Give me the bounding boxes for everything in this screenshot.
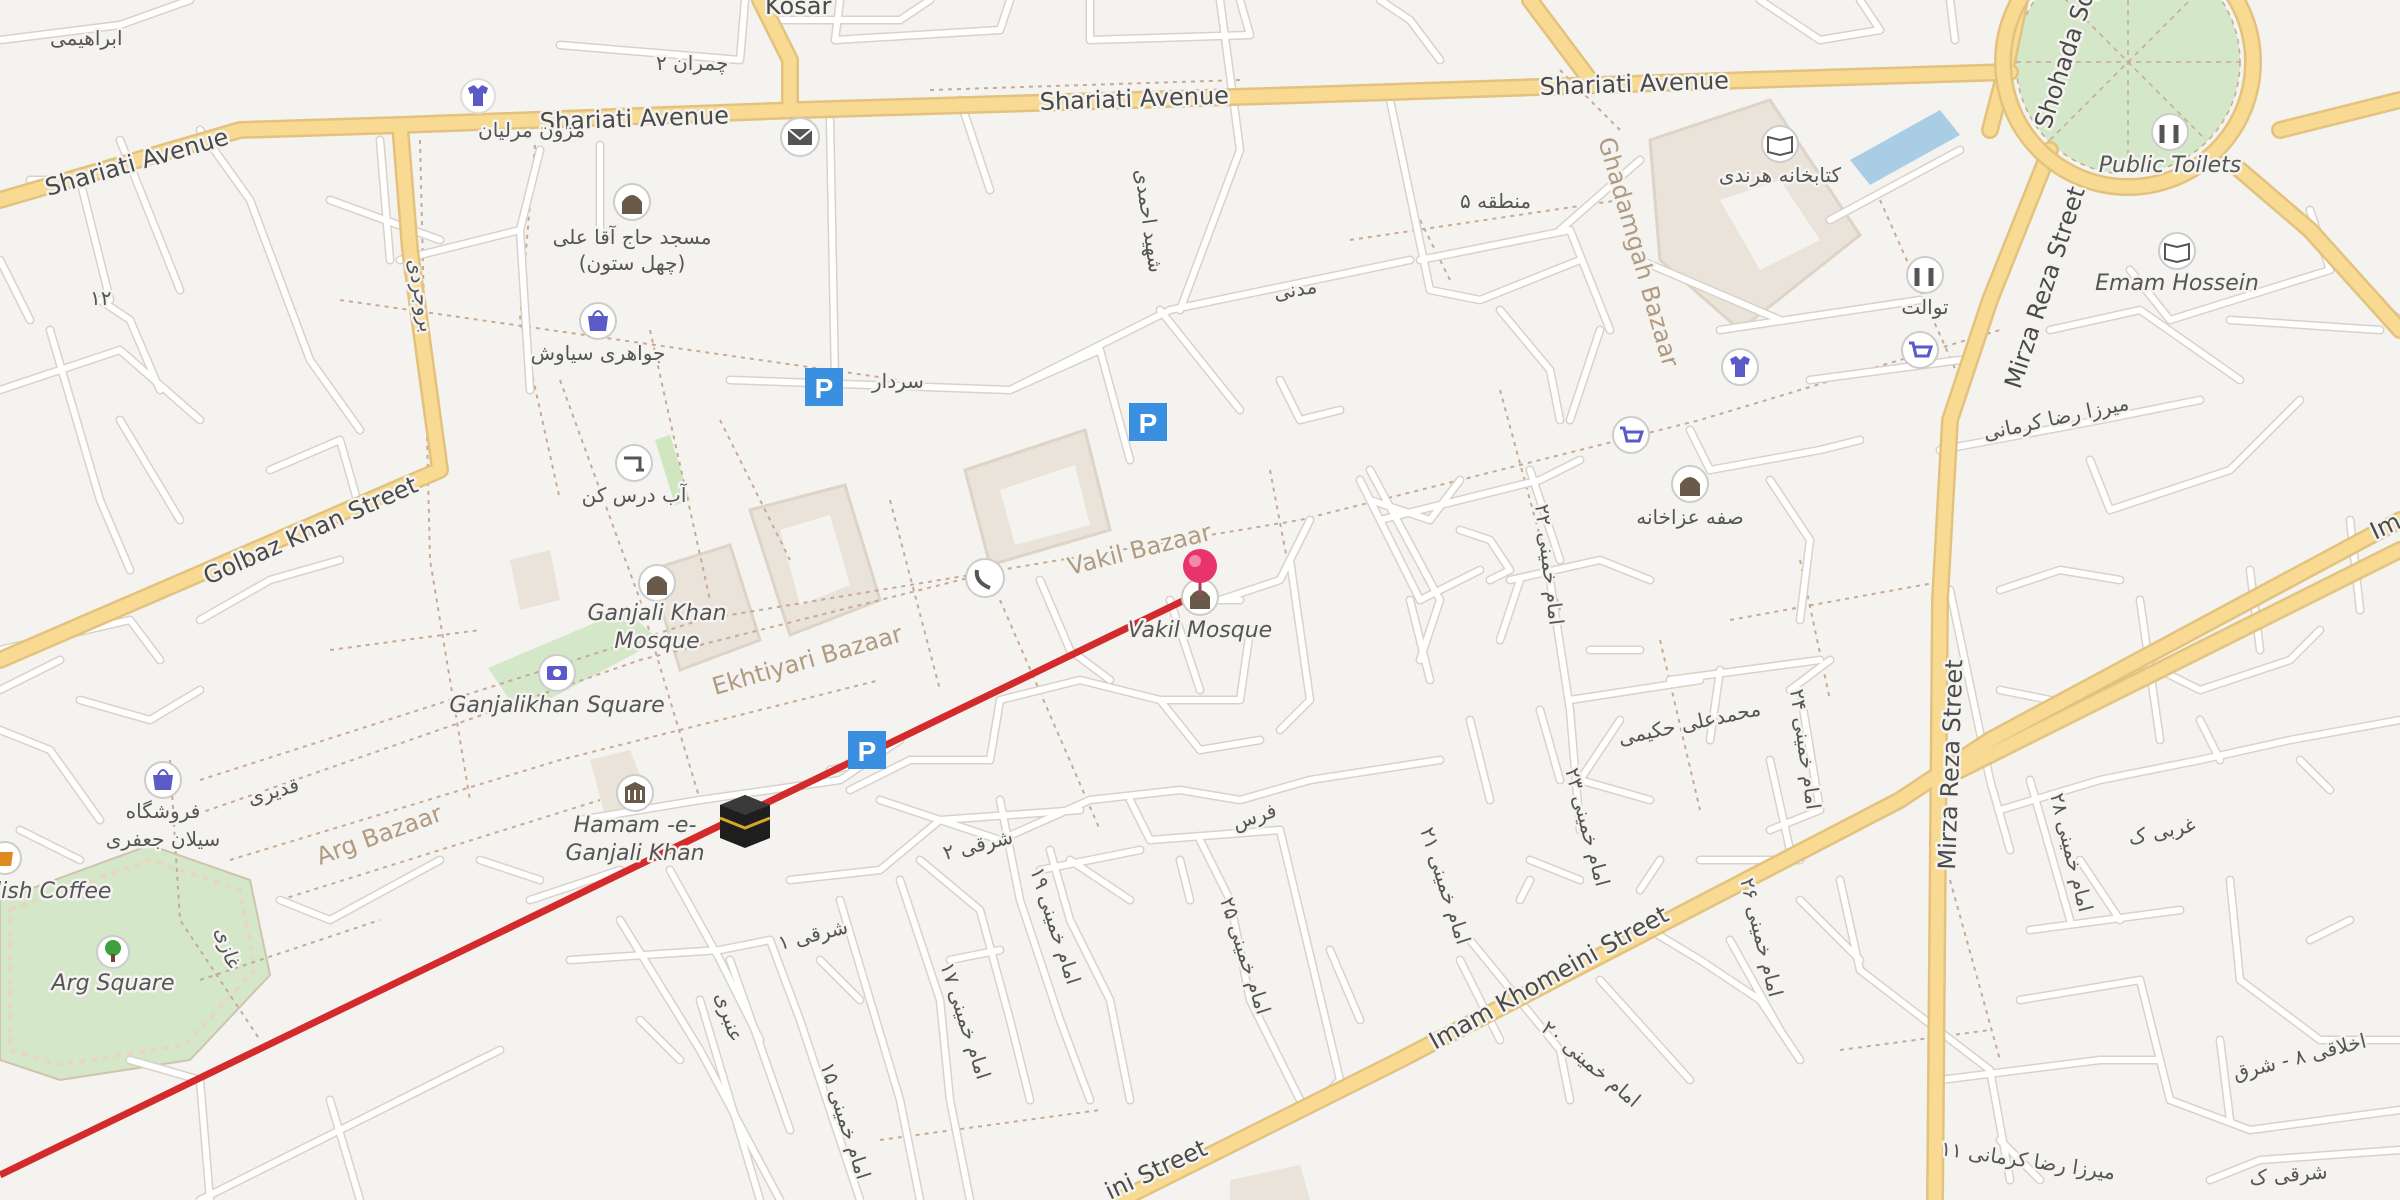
water-feature — [1850, 110, 1960, 185]
label-ab-dars: آب درس کن — [582, 482, 688, 507]
label-emam-hossein: Emam Hossein — [2095, 271, 2259, 296]
label-imam21: امام خمینی ۲۱ — [1415, 824, 1475, 947]
qibla-kaaba-icon[interactable] — [719, 795, 771, 848]
label-mantaghe: منطقه ۵ — [1460, 189, 1531, 213]
label-mirza-kermani-2: میرزا رضا کرمانی ۱۱ — [1939, 1136, 2117, 1184]
tree-icon[interactable] — [96, 935, 130, 969]
parking-icon[interactable]: P — [1129, 403, 1167, 441]
street-label-mirza-reza-1: Mirza Reza Street — [1999, 183, 2091, 392]
label-mirza-kermani-1: میرزا رضا کرمانی — [1981, 391, 2131, 445]
label-coffee: lish Coffee — [0, 879, 111, 904]
label-foroushgah-1: فروشگاه — [126, 799, 201, 823]
parking-icon[interactable]: P — [805, 368, 843, 406]
label-akhlaghi: اخلاقی ۸ - شرق — [2230, 1029, 2368, 1085]
label-shahid: شهید احمدی — [1130, 167, 1168, 274]
label-arg-square: Arg Square — [50, 971, 175, 996]
label-mohammad: محمدعلی حکیمی — [1616, 696, 1763, 750]
label-vakil-mosque: Vakil Mosque — [1128, 618, 1272, 643]
shopping-cart-icon[interactable] — [1901, 331, 1939, 369]
small-building — [510, 550, 560, 610]
label-ganjalikhan-square: Ganjalikhan Square — [449, 693, 664, 718]
label-r12: ۱۲ — [90, 286, 111, 310]
label-ghadiri: قدیری — [245, 772, 302, 809]
label-imam24: امام خمینی ۲۴ — [1785, 687, 1826, 811]
map-layer[interactable]: Shariati Avenue Shariati Avenue Shariati… — [0, 0, 2400, 1200]
label-imam20: امام خمینی ۲۰ — [1537, 1015, 1646, 1112]
mosque-icon[interactable] — [1671, 465, 1709, 503]
mosque-icon[interactable] — [613, 183, 651, 221]
label-public-toilets: Public Toilets — [2099, 153, 2242, 178]
label-ganjali-mosque-1: Ganjali Khan — [587, 601, 726, 626]
label-masjed-2: (چهل ستون) — [579, 251, 686, 275]
svg-text:P: P — [858, 736, 877, 767]
bazaar-label-arg: Arg Bazaar — [312, 799, 446, 870]
label-javaheri: جواهری سیاوش — [531, 341, 666, 365]
label-hamam-1: Hamam -e- — [574, 813, 697, 838]
coffee-icon[interactable] — [0, 841, 22, 875]
label-safe: صفه عزاخانه — [1636, 505, 1743, 529]
mosque-icon[interactable] — [638, 564, 676, 602]
street-label-shariati-3: Shariati Avenue — [1539, 66, 1729, 101]
label-sharghi1: شرقی ۱ — [775, 914, 850, 954]
museum-icon[interactable] — [616, 774, 654, 812]
telephone-icon[interactable] — [965, 558, 1005, 598]
clothing-shop-icon[interactable] — [1721, 348, 1759, 386]
parking-icon[interactable]: P — [848, 731, 886, 769]
clothing-shop-icon[interactable] — [460, 78, 496, 114]
street-label-kosar: Kosar — [765, 0, 831, 20]
book-icon[interactable] — [1761, 125, 1799, 163]
label-ganjali-mosque-2: Mosque — [614, 629, 699, 654]
label-sardar: سردار — [871, 369, 924, 393]
label-ebrahimi: ابراهیمی — [50, 26, 123, 50]
shopping-cart-icon[interactable] — [1612, 416, 1650, 454]
label-gharbi: غربی ک — [2126, 812, 2198, 850]
label-ketabkhaneh: کتابخانه هرندی — [1719, 163, 1842, 187]
book-icon[interactable] — [2158, 232, 2196, 270]
map-canvas[interactable]: Shariati Avenue Shariati Avenue Shariati… — [0, 0, 2400, 1200]
water-tap-icon[interactable] — [615, 444, 653, 482]
svg-text:P: P — [815, 373, 834, 404]
label-masjed-1: مسجد حاج آقا علی — [553, 224, 712, 249]
street-label-mirza-reza-2: Mirza Reza Street — [1933, 659, 1968, 870]
bottom-building — [1230, 1165, 1310, 1200]
label-hamam-2: Ganjali Khan — [565, 841, 704, 866]
shopping-bag-icon[interactable] — [144, 761, 182, 799]
post-office-icon[interactable] — [780, 117, 820, 157]
shopping-bag-icon[interactable] — [579, 302, 617, 340]
street-label-shariati-1: Shariati Avenue — [1039, 81, 1229, 116]
label-chamran: چمران ۲ — [656, 51, 728, 75]
svg-text:P: P — [1139, 408, 1158, 439]
toilets-icon[interactable] — [2151, 113, 2189, 151]
label-imam26: امام خمینی ۲۶ — [1735, 875, 1788, 999]
label-foroushgah-2: سیلان جعفری — [106, 827, 221, 851]
label-toilet: توالت — [1901, 295, 1948, 319]
label-madani: مدنی — [1272, 274, 1319, 305]
label-mezon: مزون مرلیان — [478, 118, 585, 142]
camera-icon[interactable] — [538, 654, 576, 692]
toilets-icon[interactable] — [1906, 256, 1944, 294]
